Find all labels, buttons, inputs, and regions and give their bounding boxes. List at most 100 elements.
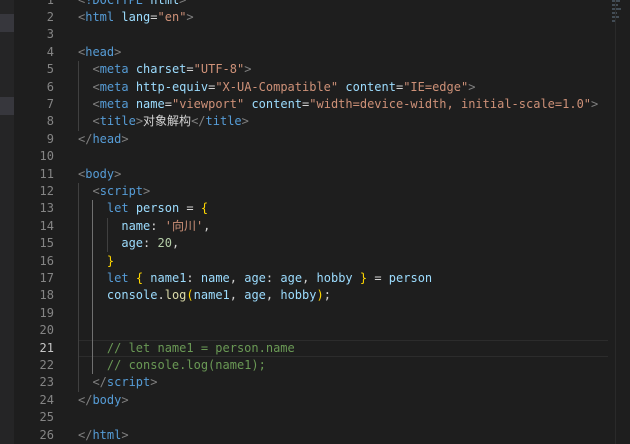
code-line[interactable]: 26 </html> <box>14 427 630 444</box>
line-number: 20 <box>39 323 54 338</box>
code-line[interactable]: 11 <body> <box>14 166 630 183</box>
code-line[interactable]: 19 <box>14 305 630 322</box>
code-token: content <box>345 79 396 94</box>
code-line[interactable]: 17 let { name1: name, age: age, hobby } … <box>14 270 630 287</box>
code-token: > <box>179 0 186 7</box>
line-number: 2 <box>46 9 54 24</box>
code-token: > <box>114 44 122 59</box>
line-number: 22 <box>39 357 54 372</box>
line-number: 7 <box>46 96 54 111</box>
code-text: <head> <box>78 44 121 61</box>
code-token: lang <box>121 9 151 24</box>
code-token: > <box>135 114 144 129</box>
code-token: , <box>171 236 180 251</box>
activity-bar-marker <box>0 97 14 115</box>
code-text: <script> <box>78 183 150 200</box>
code-line[interactable]: 9 </head> <box>14 131 630 148</box>
code-line[interactable]: 25 <box>14 409 630 426</box>
code-token: meta <box>99 96 129 111</box>
code-token: meta <box>99 79 129 94</box>
code-token: 20 <box>157 236 172 251</box>
code-token: > <box>244 62 252 77</box>
code-line[interactable]: 20 <box>14 322 630 339</box>
code-token: > <box>143 183 151 198</box>
code-editor[interactable]: 1 <!DOCTYPE html>2<html lang="en">3 4<head… <box>14 0 630 444</box>
code-line[interactable]: 21 // let name1 = person.name <box>14 339 630 358</box>
code-token: < <box>92 79 100 94</box>
code-token: < <box>92 114 100 129</box>
code-text: } <box>78 253 114 270</box>
line-number: 10 <box>39 149 54 164</box>
code-token: body <box>85 166 115 181</box>
code-line[interactable]: 7 <meta name="viewport" content="width=d… <box>14 96 630 113</box>
code-token: // console.log(name1); <box>106 357 266 372</box>
code-line[interactable]: 12 <script> <box>14 183 630 200</box>
code-token: > <box>468 79 476 94</box>
code-token: html <box>92 427 122 442</box>
code-line[interactable]: 18 console.log(name1, age, hobby); <box>14 287 630 304</box>
code-token: name1 <box>193 288 230 303</box>
line-number: 13 <box>39 201 54 216</box>
code-token: "UTF-8" <box>193 62 245 77</box>
code-line[interactable]: 13 let person = { <box>14 200 630 217</box>
code-token: > <box>591 96 599 111</box>
code-line[interactable]: 6 <meta http-equiv="X-UA-Compatible" con… <box>14 79 630 96</box>
line-number: 1 <box>14 0 54 9</box>
code-token: http-equiv <box>135 79 209 94</box>
code-token: script <box>106 375 151 390</box>
code-line[interactable]: 5 <meta charset="UTF-8"> <box>14 61 630 78</box>
code-text: // console.log(name1); <box>78 357 266 374</box>
code-token: charset <box>135 62 187 77</box>
code-token: name <box>121 218 151 233</box>
code-token: person <box>135 201 180 216</box>
line-number: 8 <box>46 114 54 129</box>
code-token: "width=device-width, initial-scale=1.0" <box>309 96 592 111</box>
code-token: < <box>92 62 100 77</box>
code-token: > <box>150 375 158 390</box>
code-text: <meta charset="UTF-8"> <box>78 61 251 78</box>
code-line[interactable]: 10 <box>14 148 630 165</box>
code-token: hobby <box>316 270 353 285</box>
code-token: = <box>186 62 194 77</box>
code-token: , <box>229 270 245 285</box>
code-token: html <box>85 9 115 24</box>
code-token: let <box>106 270 129 285</box>
code-token: head <box>92 131 122 146</box>
code-token: , <box>302 270 317 285</box>
indent-guide <box>92 200 94 375</box>
code-token: { <box>135 270 144 285</box>
code-text: <body> <box>78 166 121 183</box>
code-token: </ <box>78 131 93 146</box>
code-token: person <box>388 270 433 285</box>
code-line[interactable]: 23 </script> <box>14 374 630 391</box>
code-token: , <box>265 288 281 303</box>
code-text: // let name1 = person.name <box>78 340 295 357</box>
code-token: "viewport" <box>171 96 245 111</box>
code-line[interactable]: 3 <box>14 26 630 43</box>
code-token: "X-UA-Compatible" <box>215 79 339 94</box>
line-number: 25 <box>39 410 54 425</box>
code-token: log <box>164 288 187 303</box>
code-line[interactable]: 16 } <box>14 253 630 270</box>
line-number: 3 <box>46 27 54 42</box>
code-line[interactable]: 2 <html lang="en"> <box>14 9 630 26</box>
code-text: <meta http-equiv="X-UA-Compatible" conte… <box>78 79 475 96</box>
code-line[interactable]: 4 <head> <box>14 44 630 61</box>
code-text: <!DOCTYPE html> <box>78 0 186 9</box>
code-line[interactable]: 24 </body> <box>14 392 630 409</box>
line-number: 14 <box>39 218 54 233</box>
code-token: // let name1 = person.name <box>106 340 295 355</box>
code-token: body <box>92 392 122 407</box>
indent-guide <box>106 217 108 253</box>
code-token: script <box>99 183 144 198</box>
code-token: . <box>157 288 165 303</box>
code-line[interactable]: 22 // console.log(name1); <box>14 357 630 374</box>
vertical-scrollbar[interactable] <box>615 0 630 444</box>
line-number: 12 <box>39 183 54 198</box>
code-line[interactable]: 8 <title>对象解构</title> <box>14 113 630 130</box>
code-line[interactable]: 1 <!DOCTYPE html> <box>14 0 630 9</box>
